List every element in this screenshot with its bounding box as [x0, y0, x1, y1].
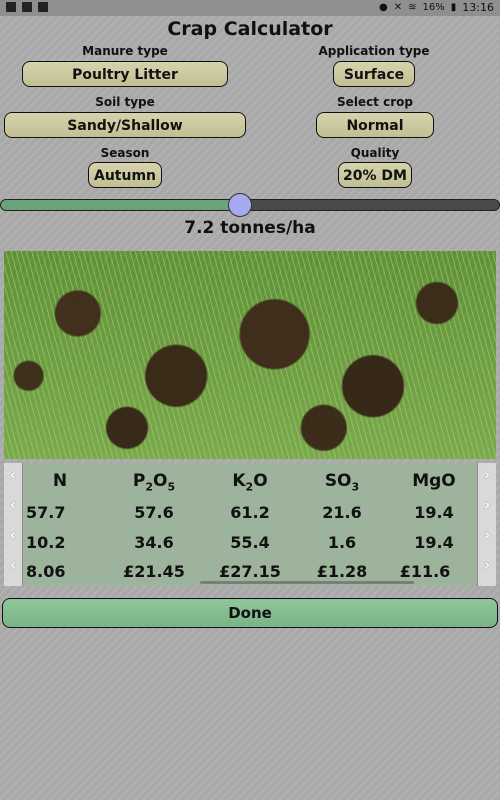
table-cell: 1.6	[327, 533, 357, 552]
season-label: Season	[100, 146, 150, 160]
wifi-icon: ≋	[408, 1, 417, 13]
crop-select[interactable]: Normal	[316, 112, 434, 138]
manure-type-select[interactable]: Poultry Litter	[22, 61, 228, 87]
table-cell: 21.6	[322, 503, 362, 522]
application-type-label: Application type	[318, 44, 430, 58]
table-cell: 8.06	[26, 562, 66, 581]
mail-notification-icon	[22, 2, 32, 12]
quality-select[interactable]: 20% DM	[338, 162, 412, 188]
table-cell: 55.4	[230, 533, 270, 552]
page-title: Crap Calculator	[167, 18, 333, 40]
table-cell: 19.4	[414, 533, 454, 552]
location-icon: ●	[379, 1, 388, 13]
table-cell: 34.6	[134, 533, 174, 552]
battery-percent: 16%	[422, 2, 445, 13]
gallery-notification-icon	[6, 2, 16, 12]
chevron-right-icon: ›	[483, 525, 491, 544]
table-scroll-indicator[interactable]	[200, 581, 414, 584]
header-mgo: MgO	[412, 471, 456, 491]
chevron-right-icon: ›	[483, 495, 491, 514]
table-cell: £27.15	[219, 562, 281, 581]
soil-type-label: Soil type	[95, 95, 155, 109]
application-type-select[interactable]: Surface	[333, 61, 415, 87]
manure-type-label: Manure type	[82, 44, 168, 58]
chevron-left-icon: ‹	[9, 495, 17, 514]
mute-icon: ✕	[393, 1, 403, 13]
season-select[interactable]: Autumn	[88, 162, 162, 188]
rate-slider-thumb[interactable]	[228, 193, 252, 217]
table-cell: £11.6	[399, 562, 451, 581]
table-cell: 57.7	[26, 503, 66, 522]
battery-icon: ▮	[450, 1, 457, 13]
application-rate: 7.2 tonnes/ha	[184, 218, 316, 238]
rate-slider-fill	[1, 200, 241, 210]
table-cell: 10.2	[26, 533, 66, 552]
header-k2o: K2O	[232, 471, 268, 494]
select-crop-label: Select crop	[337, 95, 413, 109]
manure-photo	[4, 251, 496, 459]
table-cell: 57.6	[134, 503, 174, 522]
notification-icons	[6, 2, 48, 12]
header-so3: SO3	[324, 471, 360, 494]
chevron-right-icon: ›	[483, 465, 491, 484]
table-cell: 19.4	[414, 503, 454, 522]
soil-type-select[interactable]: Sandy/Shallow	[4, 112, 246, 138]
table-cell: 61.2	[230, 503, 270, 522]
header-n: N	[52, 471, 68, 491]
table-right-scroll[interactable]: › › › ›	[477, 463, 496, 586]
system-icons: ● ✕ ≋ 16% ▮ 13:16	[379, 1, 494, 14]
play-notification-icon	[38, 2, 48, 12]
nutrient-table[interactable]: ‹ ‹ ‹ ‹ › › › › N P2O5 K2O SO3 MgO 57.7 …	[4, 463, 496, 586]
header-p2o5: P2O5	[132, 471, 176, 494]
chevron-right-icon: ›	[483, 555, 491, 574]
clock: 13:16	[462, 1, 494, 14]
quality-label: Quality	[350, 146, 400, 160]
chevron-left-icon: ‹	[9, 525, 17, 544]
chevron-left-icon: ‹	[9, 555, 17, 574]
table-cell: £1.28	[316, 562, 368, 581]
status-bar: ● ✕ ≋ 16% ▮ 13:16	[0, 0, 500, 16]
done-button[interactable]: Done	[2, 598, 498, 628]
table-cell: £21.45	[123, 562, 185, 581]
